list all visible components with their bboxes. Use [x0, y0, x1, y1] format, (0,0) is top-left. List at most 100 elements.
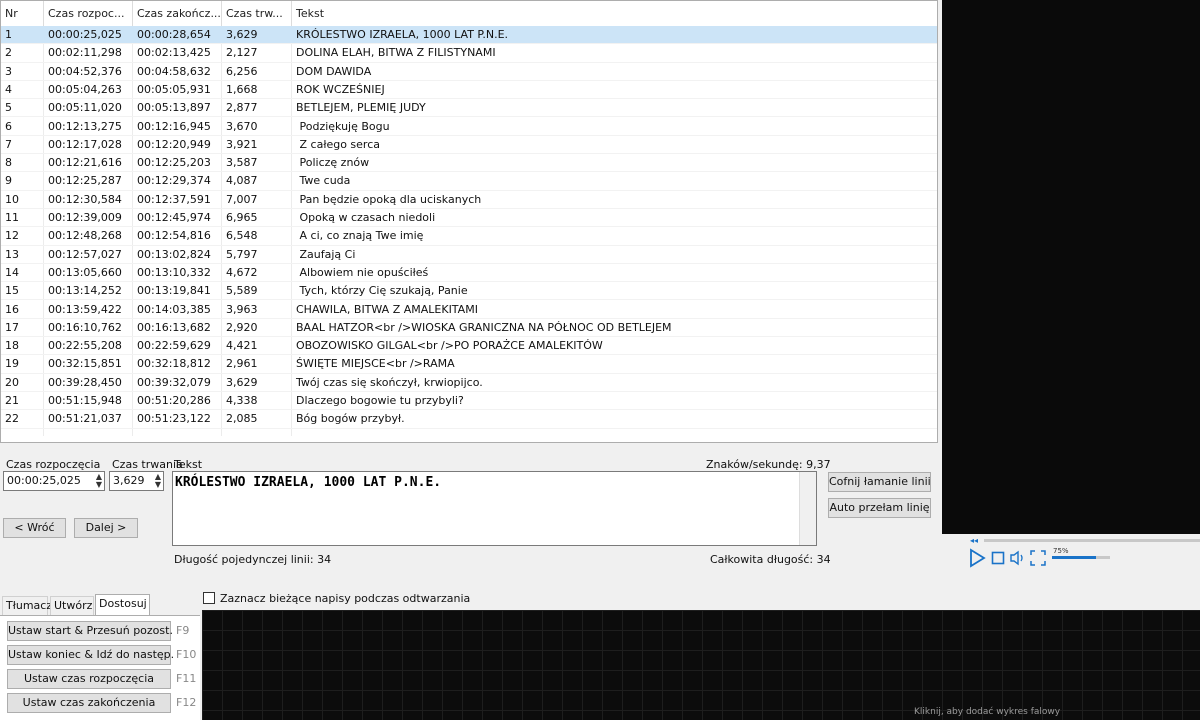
set-end-time-button[interactable]: Ustaw czas zakończenia [7, 693, 171, 713]
start-time-input[interactable]: 00:00:25,025 ▲ ▼ [3, 471, 105, 491]
tab-create[interactable]: Utwórz [50, 596, 94, 615]
column-header-duration[interactable]: Czas trw... [222, 1, 292, 26]
cell-end: 00:02:13,425 [137, 46, 211, 60]
cell-nr: 10 [5, 192, 19, 206]
cell-nr: 22 [5, 412, 19, 426]
cell-start: 00:13:14,252 [48, 284, 122, 298]
fullscreen-icon[interactable] [1029, 548, 1047, 568]
cell-text: Albowiem nie opuściłeś [296, 265, 429, 279]
stop-icon[interactable] [990, 548, 1006, 568]
cell-nr: 6 [5, 119, 12, 133]
subtitle-text-editor[interactable]: KRÓLESTWO IZRAELA, 1000 LAT P.N.E. [172, 471, 817, 546]
column-header-start[interactable]: Czas rozpoc... [44, 1, 133, 26]
video-progress-bar[interactable] [984, 539, 1200, 542]
cell-start: 00:13:59,422 [48, 302, 122, 316]
cell-nr: 16 [5, 302, 19, 316]
text-scrollbar[interactable] [799, 472, 816, 545]
cell-text: Policzę znów [296, 156, 370, 170]
waveform-hint: Kliknij, aby dodać wykres falowy [914, 707, 1061, 717]
cell-text: OBOZOWISKO GILGAL<br />PO PORAŻCE AMALEK… [296, 339, 603, 353]
cell-nr: 18 [5, 339, 19, 353]
column-header-end[interactable]: Czas zakończ... [133, 1, 222, 26]
highlight-during-playback-checkbox[interactable] [203, 592, 215, 604]
cell-text: KRÓLESTWO IZRAELA, 1000 LAT P.N.E. [296, 28, 509, 41]
table-row[interactable]: 16 00:13:59,422 00:14:03,385 3,963 CHAWILA, … [1, 301, 937, 319]
cell-end: 00:12:29,374 [137, 174, 211, 188]
next-button[interactable]: Dalej > [74, 518, 138, 538]
cell-end: 00:05:13,897 [137, 101, 211, 115]
table-row[interactable]: 21 00:51:15,948 00:51:20,286 4,338 Dlaczego … [1, 392, 937, 411]
cell-end: 00:14:03,385 [137, 302, 211, 316]
set-end-next-button[interactable]: Ustaw koniec & Idź do następ. [7, 645, 174, 665]
cell-start: 00:05:11,020 [48, 101, 122, 115]
table-row[interactable]: 20 00:39:28,450 00:39:32,079 3,629 Twój czas… [1, 374, 937, 392]
duration-label: Czas trwania [112, 458, 183, 471]
cell-nr: 8 [5, 156, 12, 170]
cell-duration: 2,127 [226, 46, 258, 60]
cell-start: 00:02:11,298 [48, 46, 122, 60]
highlight-during-playback-label: Zaznacz bieżące napisy podczas odtwarzan… [220, 592, 471, 605]
play-icon[interactable] [966, 548, 988, 568]
column-header-nr[interactable]: Nr [1, 1, 44, 26]
cell-start: 00:12:25,287 [48, 174, 122, 188]
volume-slider[interactable] [1052, 556, 1110, 559]
table-row[interactable]: 19 00:32:15,851 00:32:18,812 2,961 ŚWIĘTE MI… [1, 355, 937, 374]
table-row[interactable]: 3 00:04:52,376 00:04:58,632 6,256 DOM DAWIDA [1, 63, 937, 81]
tab-translate[interactable]: Tłumacz [2, 596, 52, 615]
auto-line-break-button[interactable]: Auto przełam linię [828, 498, 931, 518]
cell-nr: 5 [5, 101, 12, 115]
subtitle-grid[interactable]: Nr Czas rozpoc... Czas zakończ... Czas t… [0, 0, 938, 443]
cell-start: 00:51:15,948 [48, 394, 122, 407]
table-row[interactable]: 12 00:12:48,268 00:12:54,816 6,548 A ci, co… [1, 227, 937, 246]
cell-duration: 4,672 [226, 265, 258, 279]
table-row[interactable]: 15 00:13:14,252 00:13:19,841 5,589 Tych, kt… [1, 282, 937, 301]
duration-input[interactable]: 3,629 ▲ ▼ [109, 471, 164, 491]
cell-duration: 6,965 [226, 211, 258, 224]
set-start-time-button[interactable]: Ustaw czas rozpoczęcia [7, 669, 171, 689]
table-row[interactable]: 2 00:02:11,298 00:02:13,425 2,127 DOLINA ELA… [1, 44, 937, 63]
cell-start: 00:12:17,028 [48, 137, 122, 151]
undo-line-break-button[interactable]: Cofnij łamanie linii [828, 472, 931, 492]
column-header-text[interactable]: Tekst [292, 1, 937, 26]
table-row[interactable]: 17 00:16:10,762 00:16:13,682 2,920 BAAL HATZ… [1, 319, 937, 338]
prev-button[interactable]: < Wróć [3, 518, 66, 538]
table-row[interactable]: 8 00:12:21,616 00:12:25,203 3,587 Policzę z… [1, 154, 937, 173]
speaker-icon[interactable] [1009, 548, 1027, 568]
cell-nr: 15 [5, 284, 19, 298]
cell-text: Zaufają Ci [296, 247, 356, 261]
cell-start: 00:12:13,275 [48, 119, 122, 133]
table-row[interactable]: 22 00:51:21,037 00:51:23,122 2,085 Bóg bogów… [1, 410, 937, 429]
video-player[interactable] [942, 0, 1200, 534]
cell-nr: 1 [5, 28, 12, 41]
tab-adjust[interactable]: Dostosuj [95, 594, 150, 616]
cell-end: 00:12:45,974 [137, 211, 211, 224]
spin-arrows-icon[interactable]: ▲ ▼ [155, 473, 161, 489]
table-row[interactable]: 10 00:12:30,584 00:12:37,591 7,007 Pan będz… [1, 191, 937, 209]
set-start-offset-button[interactable]: Ustaw start & Przesuń pozost. [7, 621, 173, 641]
cell-duration: 3,629 [226, 375, 258, 389]
table-row[interactable]: 14 00:13:05,660 00:13:10,332 4,672 Albowiem… [1, 264, 937, 283]
cell-start: 00:04:52,376 [48, 64, 122, 78]
table-row[interactable]: 6 00:12:13,275 00:12:16,945 3,670 Podziękuj… [1, 118, 937, 136]
table-row[interactable]: 11 00:12:39,009 00:12:45,974 6,965 Opoką w … [1, 209, 937, 228]
rewind-small-icon[interactable]: ◂◂ [970, 534, 978, 546]
table-row[interactable]: 9 00:12:25,287 00:12:29,374 4,087 Twe cuda [1, 172, 937, 191]
table-row[interactable]: 5 00:05:11,020 00:05:13,897 2,877 BETLEJEM, … [1, 99, 937, 118]
cell-text: Opoką w czasach niedoli [296, 211, 436, 224]
table-row[interactable]: 7 00:12:17,028 00:12:20,949 3,921 Z całego … [1, 136, 937, 155]
spin-arrows-icon[interactable]: ▲ ▼ [96, 473, 102, 489]
table-row[interactable]: 18 00:22:55,208 00:22:59,629 4,421 OBOZOWISK… [1, 337, 937, 356]
cell-end: 00:04:58,632 [137, 64, 211, 78]
table-row[interactable]: 4 00:05:04,263 00:05:05,931 1,668 ROK WCZEŚN… [1, 81, 937, 100]
start-time-value: 00:00:25,025 [7, 474, 81, 487]
shortcut-f11: F11 [176, 672, 197, 685]
table-row[interactable]: 13 00:12:57,027 00:13:02,824 5,797 Zaufają … [1, 246, 937, 264]
cell-start: 00:22:55,208 [48, 339, 122, 353]
cell-start: 00:32:15,851 [48, 357, 122, 371]
cell-end: 00:51:23,122 [137, 412, 211, 426]
table-row[interactable]: 1 00:00:25,025 00:00:28,654 3,629 KRÓLESTWO … [1, 26, 937, 45]
subtitle-text-value: KRÓLESTWO IZRAELA, 1000 LAT P.N.E. [175, 475, 442, 490]
text-label: Tekst [174, 458, 203, 471]
waveform-panel[interactable]: Kliknij, aby dodać wykres falowy [202, 610, 1200, 720]
shortcut-f10: F10 [176, 648, 197, 661]
